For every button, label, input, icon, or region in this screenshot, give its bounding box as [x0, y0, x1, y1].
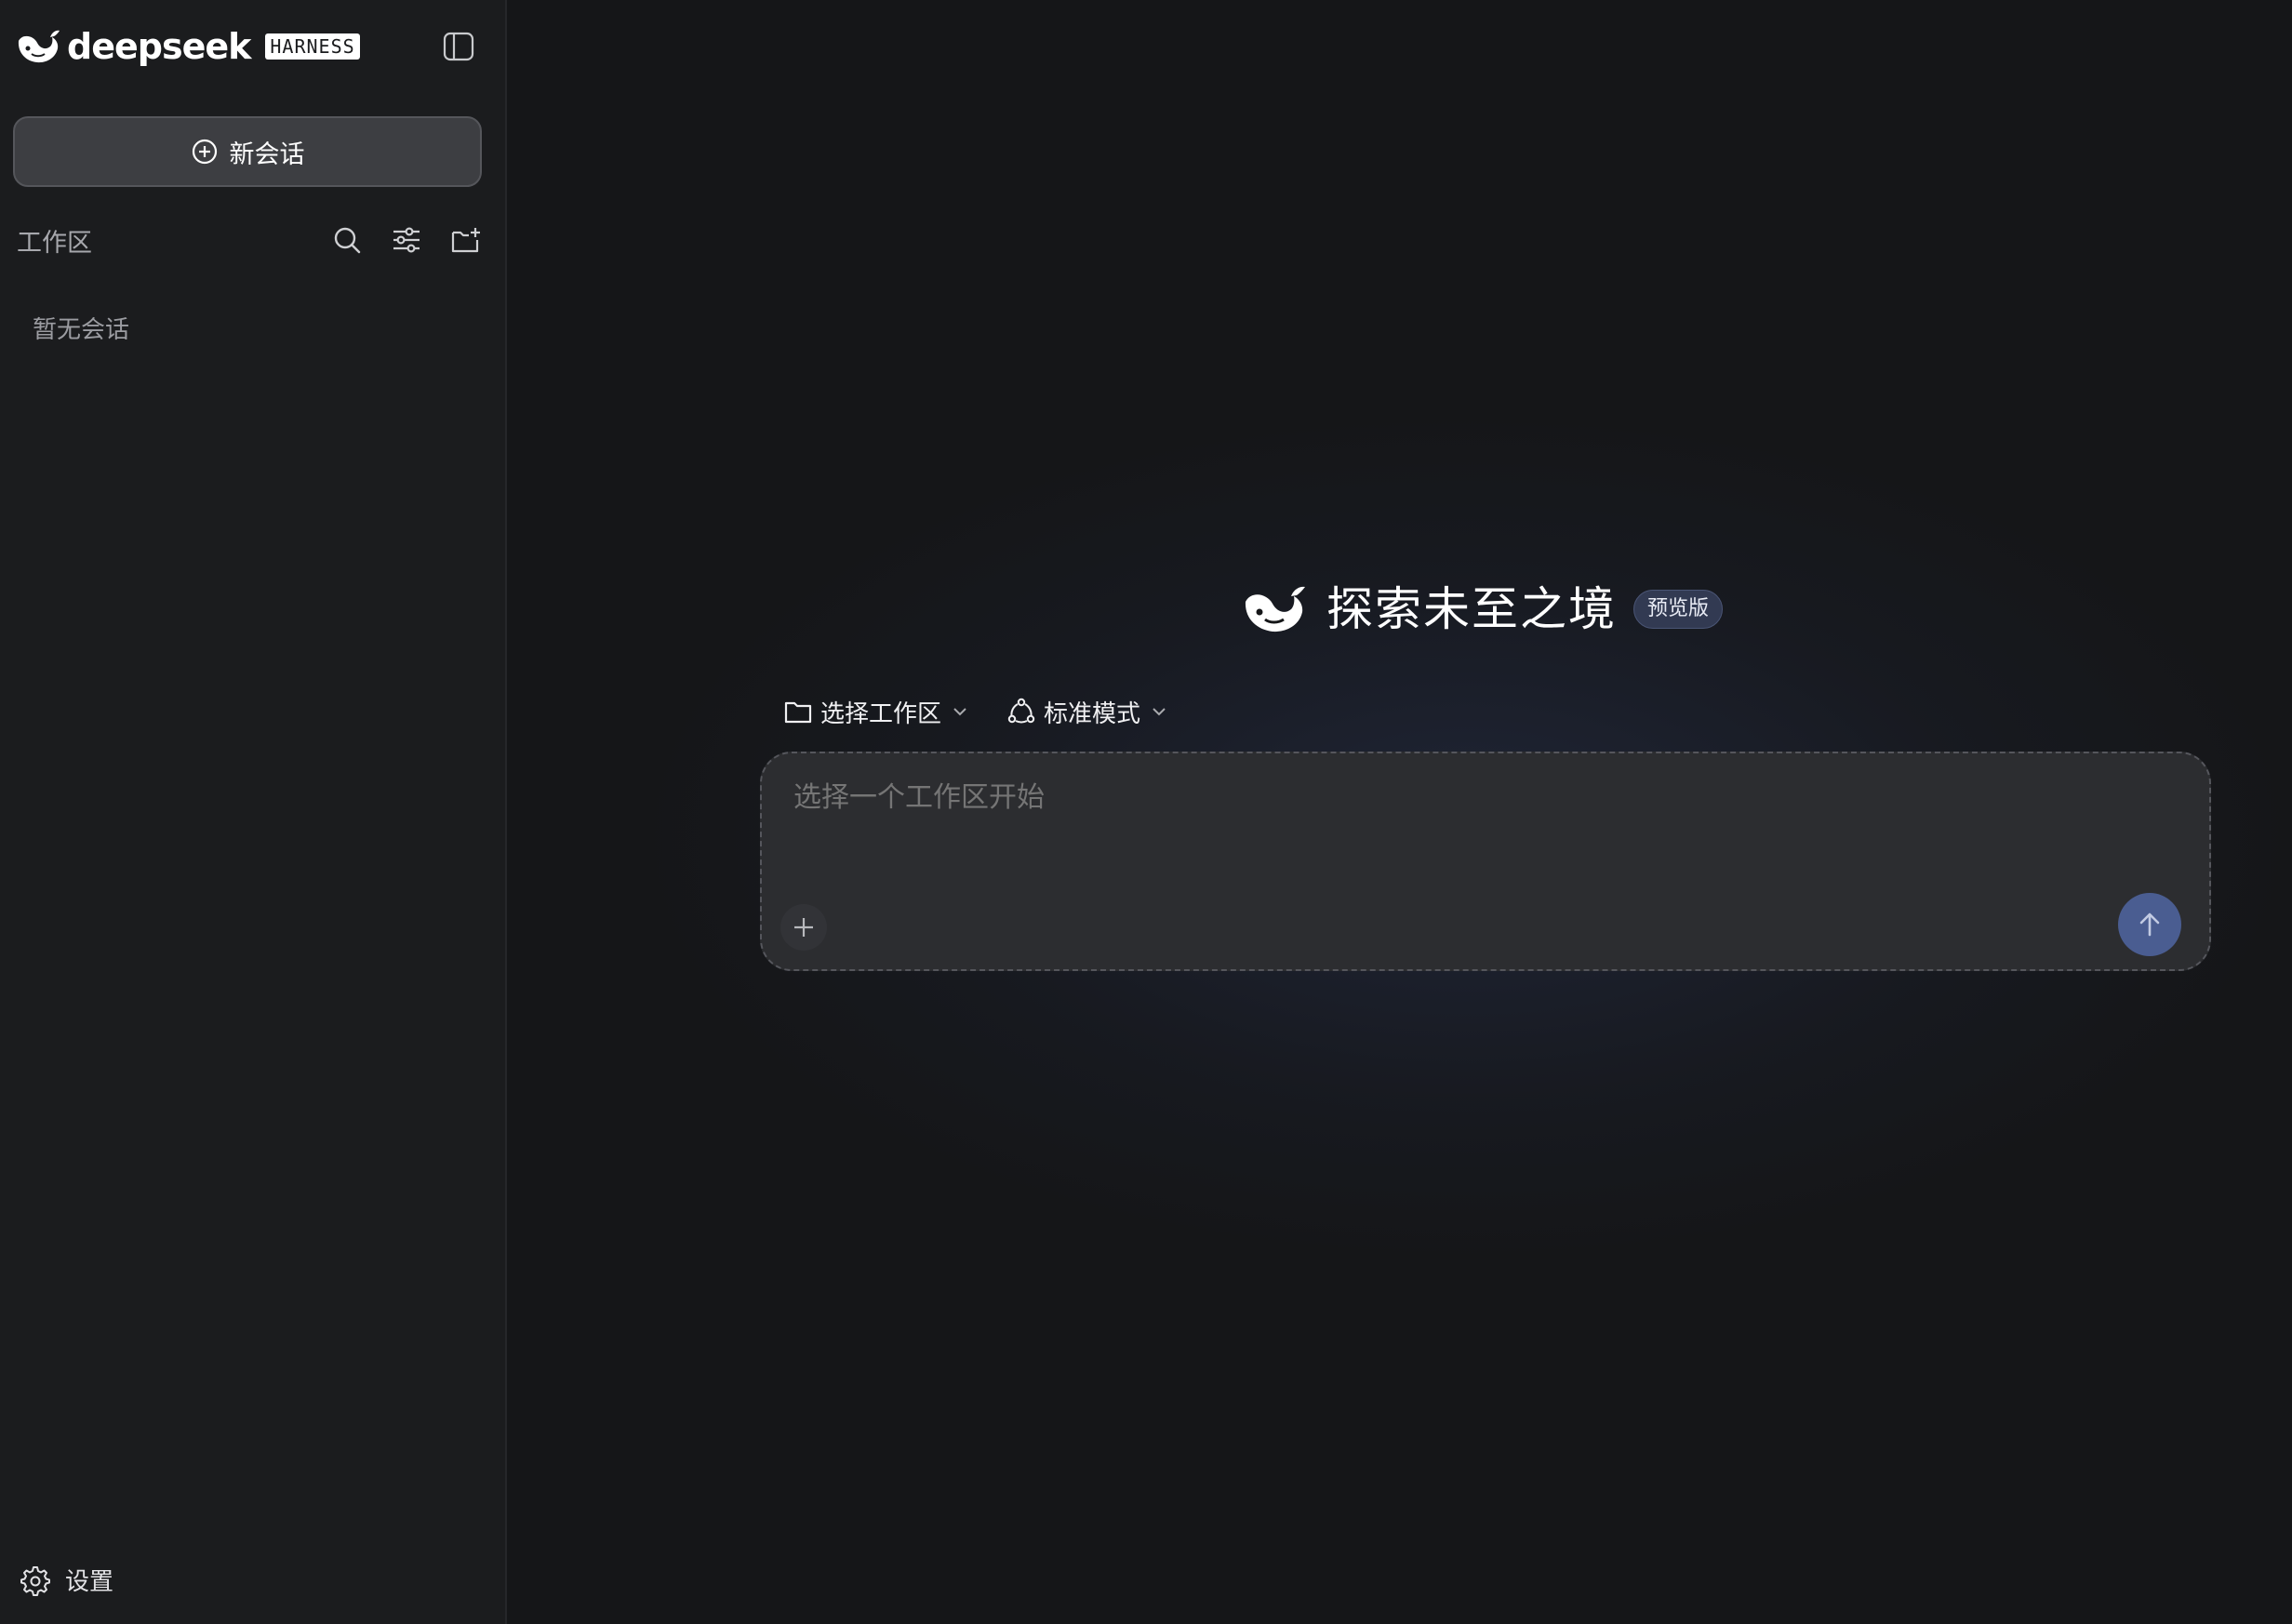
- search-icon[interactable]: [331, 224, 363, 256]
- new-chat-button[interactable]: 新会话: [13, 116, 482, 187]
- app-window: deepseek HARNESS 新会话 工作区 暂无会话 设置 探索未至之境 …: [0, 0, 2292, 1624]
- sliders-icon[interactable]: [391, 224, 422, 256]
- mode-selector[interactable]: 标准模式: [1006, 695, 1168, 729]
- workspace-selector[interactable]: 选择工作区: [783, 695, 969, 729]
- workspace-label: 工作区: [17, 228, 92, 258]
- brand-name: deepseek: [67, 26, 251, 67]
- folder-icon: [784, 701, 812, 724]
- empty-conversations: 暂无会话: [33, 316, 130, 344]
- mode-cycle-icon: [1007, 698, 1035, 724]
- plus-circle-icon: [192, 139, 217, 165]
- chevron-down-icon: [1153, 708, 1166, 716]
- mode-selector-label: 标准模式: [1044, 699, 1141, 728]
- preview-badge: 预览版: [1633, 590, 1724, 629]
- whale-logo-icon: [18, 30, 60, 63]
- new-chat-label: 新会话: [229, 140, 305, 169]
- brand-badge: HARNESS: [265, 33, 360, 60]
- composer-input[interactable]: [792, 781, 2094, 815]
- plus-icon: [794, 918, 813, 937]
- workspace-selector-label: 选择工作区: [820, 699, 942, 728]
- composer-selectors: 选择工作区 标准模式: [783, 691, 1206, 732]
- send-button[interactable]: [2118, 893, 2181, 956]
- whale-logo-icon: [1245, 586, 1305, 632]
- sidebar: deepseek HARNESS 新会话 工作区 暂无会话 设置: [0, 0, 507, 1624]
- gear-icon: [20, 1565, 50, 1596]
- composer: [760, 752, 2211, 971]
- hero-title: 探索未至之境: [1326, 582, 1617, 636]
- chevron-down-icon: [953, 708, 966, 716]
- settings-button[interactable]: 设置: [19, 1563, 113, 1597]
- settings-label: 设置: [65, 1568, 114, 1596]
- arrow-up-icon: [2139, 912, 2160, 937]
- hero-heading: 探索未至之境 预览版: [1241, 577, 1724, 642]
- workspace-header: 工作区: [17, 220, 482, 260]
- folder-plus-icon[interactable]: [450, 224, 482, 256]
- sidebar-toggle-icon[interactable]: [443, 32, 474, 61]
- workspace-tools: [331, 224, 482, 256]
- main-panel: 探索未至之境 预览版 选择工作区 标准模式 选择一个工作区开始: [509, 0, 2292, 1624]
- brand: deepseek HARNESS: [15, 24, 360, 69]
- attach-button[interactable]: [780, 904, 827, 951]
